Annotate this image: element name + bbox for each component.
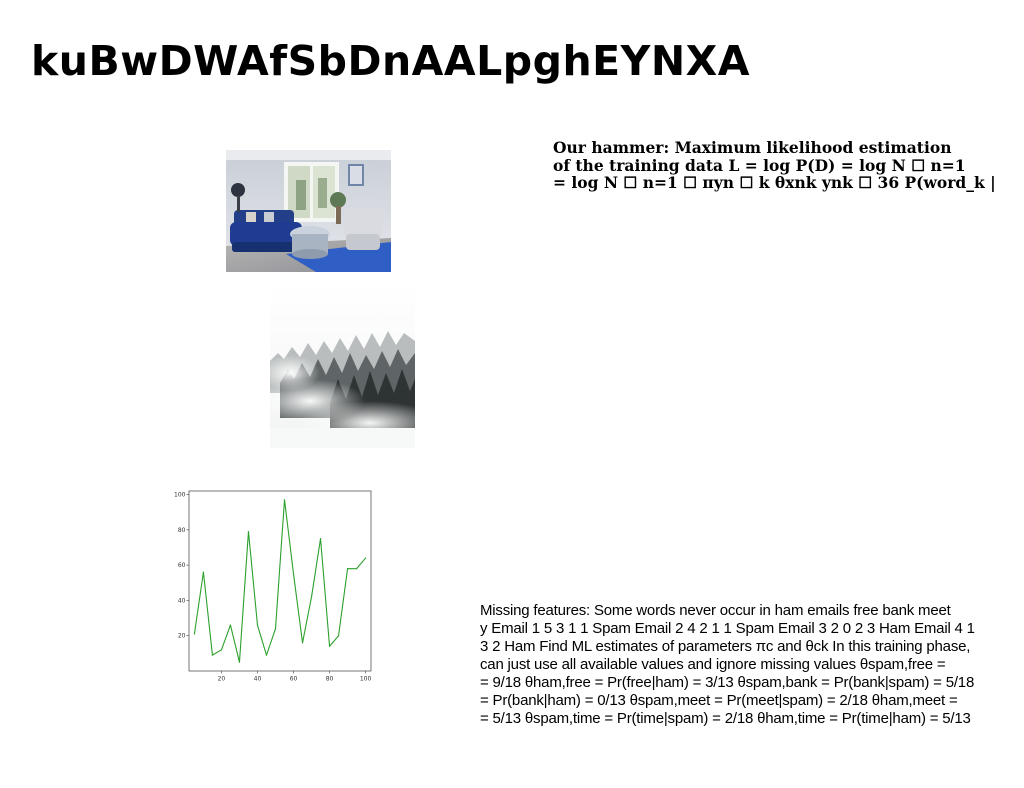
plot-area-frame <box>188 490 372 672</box>
y-tick-label: 20 <box>178 633 186 640</box>
missing-features-line: = Pr(bank|ham) = 0/13 θspam,meet = Pr(me… <box>480 692 958 709</box>
data-point <box>247 530 250 533</box>
data-point <box>319 538 322 540</box>
mle-line: of the training data L = log P(D) = log … <box>553 155 966 175</box>
missing-features-line: = 5/13 θspam,time = Pr(time|spam) = 2/18… <box>480 710 971 727</box>
y-tick-label: 80 <box>178 527 186 534</box>
y-axis-ticks: 20 40 60 80 100 <box>174 492 189 640</box>
y-tick-label: 60 <box>178 562 186 569</box>
line-chart: 20 40 60 80 100 20 40 60 80 100 <box>173 487 373 687</box>
series-layer <box>193 499 367 663</box>
series-line <box>193 499 367 663</box>
data-point <box>256 624 259 626</box>
x-axis-ticks: 20 40 60 80 100 <box>218 671 372 683</box>
x-tick-label: 40 <box>254 676 262 683</box>
x-tick-label: 100 <box>360 676 372 683</box>
living-room-photo <box>226 150 391 272</box>
data-point <box>274 628 277 630</box>
x-tick-label: 80 <box>326 676 334 683</box>
missing-features-line: can just use all available values and ig… <box>480 656 946 673</box>
mle-line: = log N ☐ n=1 ☐ πyn ☐ k θxnk ynk ☐ 36 P(… <box>553 173 996 192</box>
foggy-forest-photo <box>270 283 415 448</box>
data-point <box>301 642 304 644</box>
missing-features-line: y Email 1 5 3 1 1 Spam Email 2 4 2 1 1 S… <box>480 620 975 637</box>
mle-line: Our hammer: Maximum likelihood estimatio… <box>553 139 952 157</box>
data-point <box>202 571 205 573</box>
data-point <box>364 557 367 559</box>
x-tick-label: 20 <box>218 676 226 683</box>
data-point <box>328 645 331 647</box>
missing-features-line: Missing features: Some words never occur… <box>480 602 951 619</box>
data-point <box>355 568 358 570</box>
x-tick-label: 60 <box>290 676 298 683</box>
line-chart-svg: 20 40 60 80 100 20 40 60 80 100 <box>174 490 372 683</box>
data-point <box>229 624 232 626</box>
missing-features-line: = 9/18 θham,free = Pr(free|ham) = 3/13 θ… <box>480 674 975 691</box>
data-point <box>220 649 223 651</box>
data-point <box>346 568 349 570</box>
data-point <box>193 633 196 635</box>
mle-text-block: Our hammer: Maximum likelihood estimatio… <box>553 139 1024 192</box>
data-point <box>310 596 313 598</box>
data-point <box>292 573 295 575</box>
data-point <box>211 654 214 656</box>
data-point <box>337 635 340 637</box>
y-tick-label: 40 <box>178 597 186 604</box>
missing-features-line: 3 2 Ham Find ML estimates of parameters … <box>480 638 971 655</box>
y-tick-label: 100 <box>174 492 186 499</box>
data-point <box>265 654 268 656</box>
data-point <box>238 661 241 663</box>
page-title: kuBwDWAfSbDnAALpghEYNXA <box>31 37 750 85</box>
data-point <box>283 499 286 501</box>
missing-features-text-block: Missing features: Some words never occur… <box>480 602 1024 728</box>
